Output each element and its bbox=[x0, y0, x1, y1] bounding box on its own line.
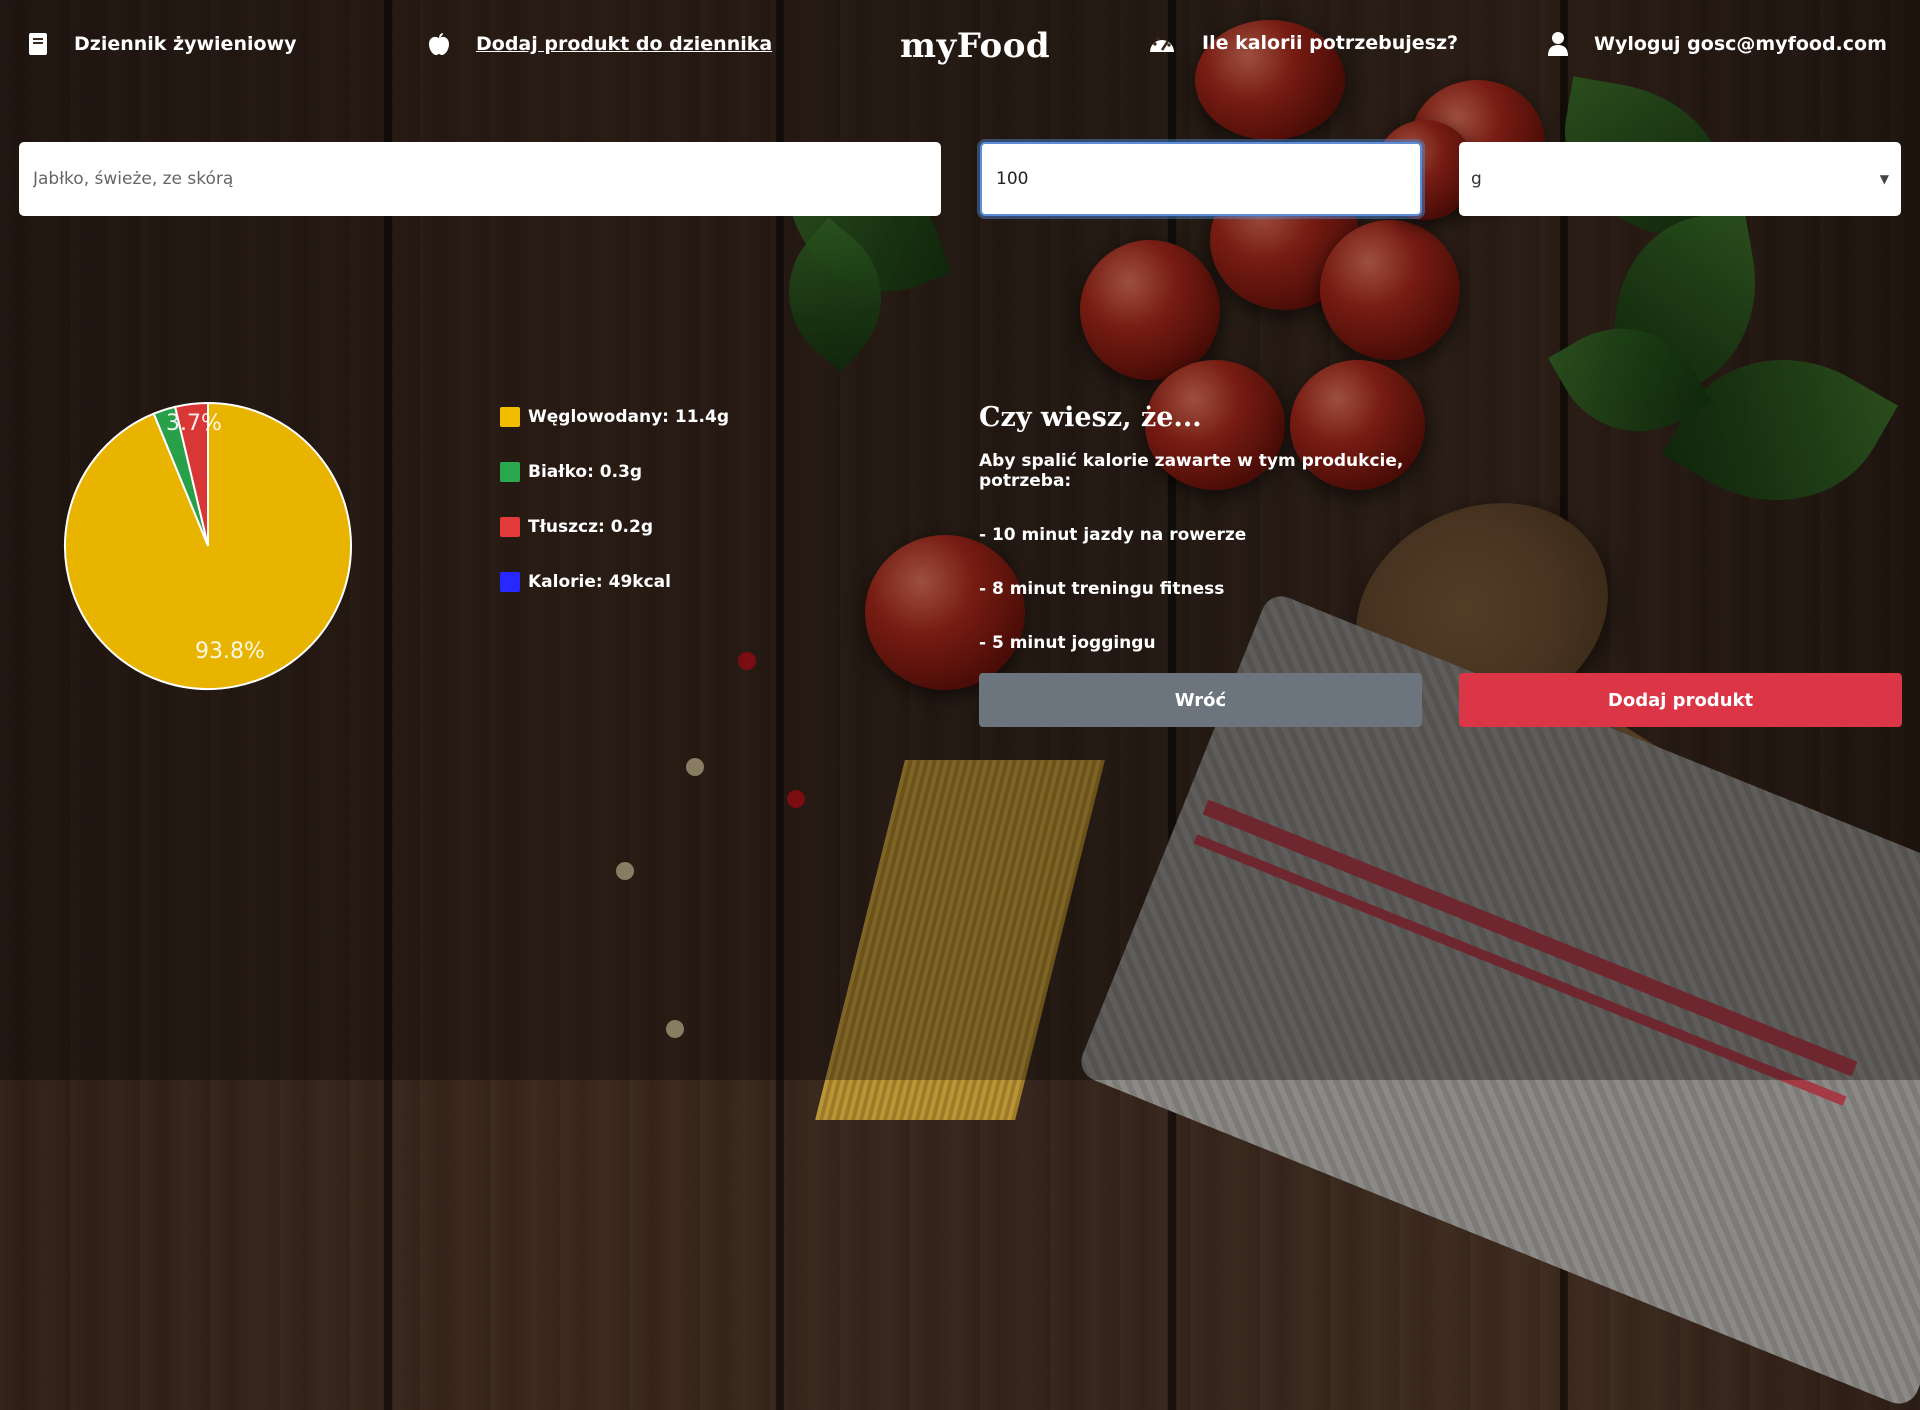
macro-legend: Węglowodany: 11.4g Białko: 0.3g Tłuszcz:… bbox=[500, 403, 729, 623]
navbar: Dziennik żywieniowy Dodaj produkt do dzi… bbox=[0, 0, 1920, 96]
info-intro: Aby spalić kalorie zawarte w tym produkc… bbox=[979, 451, 1404, 491]
product-input[interactable] bbox=[31, 168, 929, 190]
info-line: - 10 minut jazdy na rowerze bbox=[979, 525, 1247, 545]
pie-data-label: 93.8% bbox=[195, 639, 265, 664]
unit-select-value: g bbox=[1471, 169, 1482, 189]
legend-swatch bbox=[500, 517, 520, 537]
legend-swatch bbox=[500, 407, 520, 427]
legend-label: Węglowodany: 11.4g bbox=[528, 407, 729, 427]
legend-item-fat: Tłuszcz: 0.2g bbox=[500, 513, 729, 541]
nav-calories[interactable]: Ile kalorii potrzebujesz? bbox=[1148, 32, 1458, 54]
nav-add-product-label: Dodaj produkt do dziennika bbox=[476, 33, 773, 55]
nav-diary-label: Dziennik żywieniowy bbox=[74, 33, 297, 55]
info-line: - 8 minut treningu fitness bbox=[979, 579, 1225, 599]
unit-select[interactable]: g ▼ bbox=[1459, 142, 1901, 216]
did-you-know-panel: Czy wiesz, że... Aby spalić kalorie zawa… bbox=[979, 402, 1499, 687]
legend-item-carbs: Węglowodany: 11.4g bbox=[500, 403, 729, 431]
legend-label: Białko: 0.3g bbox=[528, 462, 643, 482]
back-button[interactable]: Wróć bbox=[979, 673, 1422, 727]
add-product-button[interactable]: Dodaj produkt bbox=[1459, 673, 1902, 727]
info-title: Czy wiesz, że... bbox=[979, 402, 1202, 433]
speedometer-icon bbox=[1150, 37, 1174, 52]
brand-logo[interactable]: myFood bbox=[900, 26, 1050, 66]
pie-data-label: 3.7% bbox=[166, 411, 222, 436]
nav-logout[interactable]: Wyloguj gosc@myfood.com bbox=[1548, 32, 1887, 56]
legend-label: Tłuszcz: 0.2g bbox=[528, 517, 653, 537]
info-line: - 5 minut joggingu bbox=[979, 633, 1156, 653]
legend-item-protein: Białko: 0.3g bbox=[500, 458, 729, 486]
nav-calories-label: Ile kalorii potrzebujesz? bbox=[1202, 32, 1459, 54]
amount-field[interactable] bbox=[980, 142, 1422, 216]
book-icon bbox=[29, 33, 47, 55]
user-icon bbox=[1548, 32, 1568, 56]
amount-input[interactable] bbox=[994, 168, 1408, 190]
nav-logout-label: Wyloguj gosc@myfood.com bbox=[1594, 33, 1887, 55]
legend-swatch bbox=[500, 462, 520, 482]
nav-diary[interactable]: Dziennik żywieniowy bbox=[28, 32, 296, 56]
legend-label: Kalorie: 49kcal bbox=[528, 572, 671, 592]
legend-item-calories: Kalorie: 49kcal bbox=[500, 568, 729, 596]
legend-swatch bbox=[500, 572, 520, 592]
product-field[interactable] bbox=[19, 142, 941, 216]
macro-pie-chart: 3.7% 93.8% bbox=[64, 401, 352, 690]
apple-icon bbox=[429, 33, 449, 55]
chevron-down-icon: ▼ bbox=[1879, 172, 1889, 186]
nav-add-product[interactable]: Dodaj produkt do dziennika bbox=[428, 32, 772, 56]
